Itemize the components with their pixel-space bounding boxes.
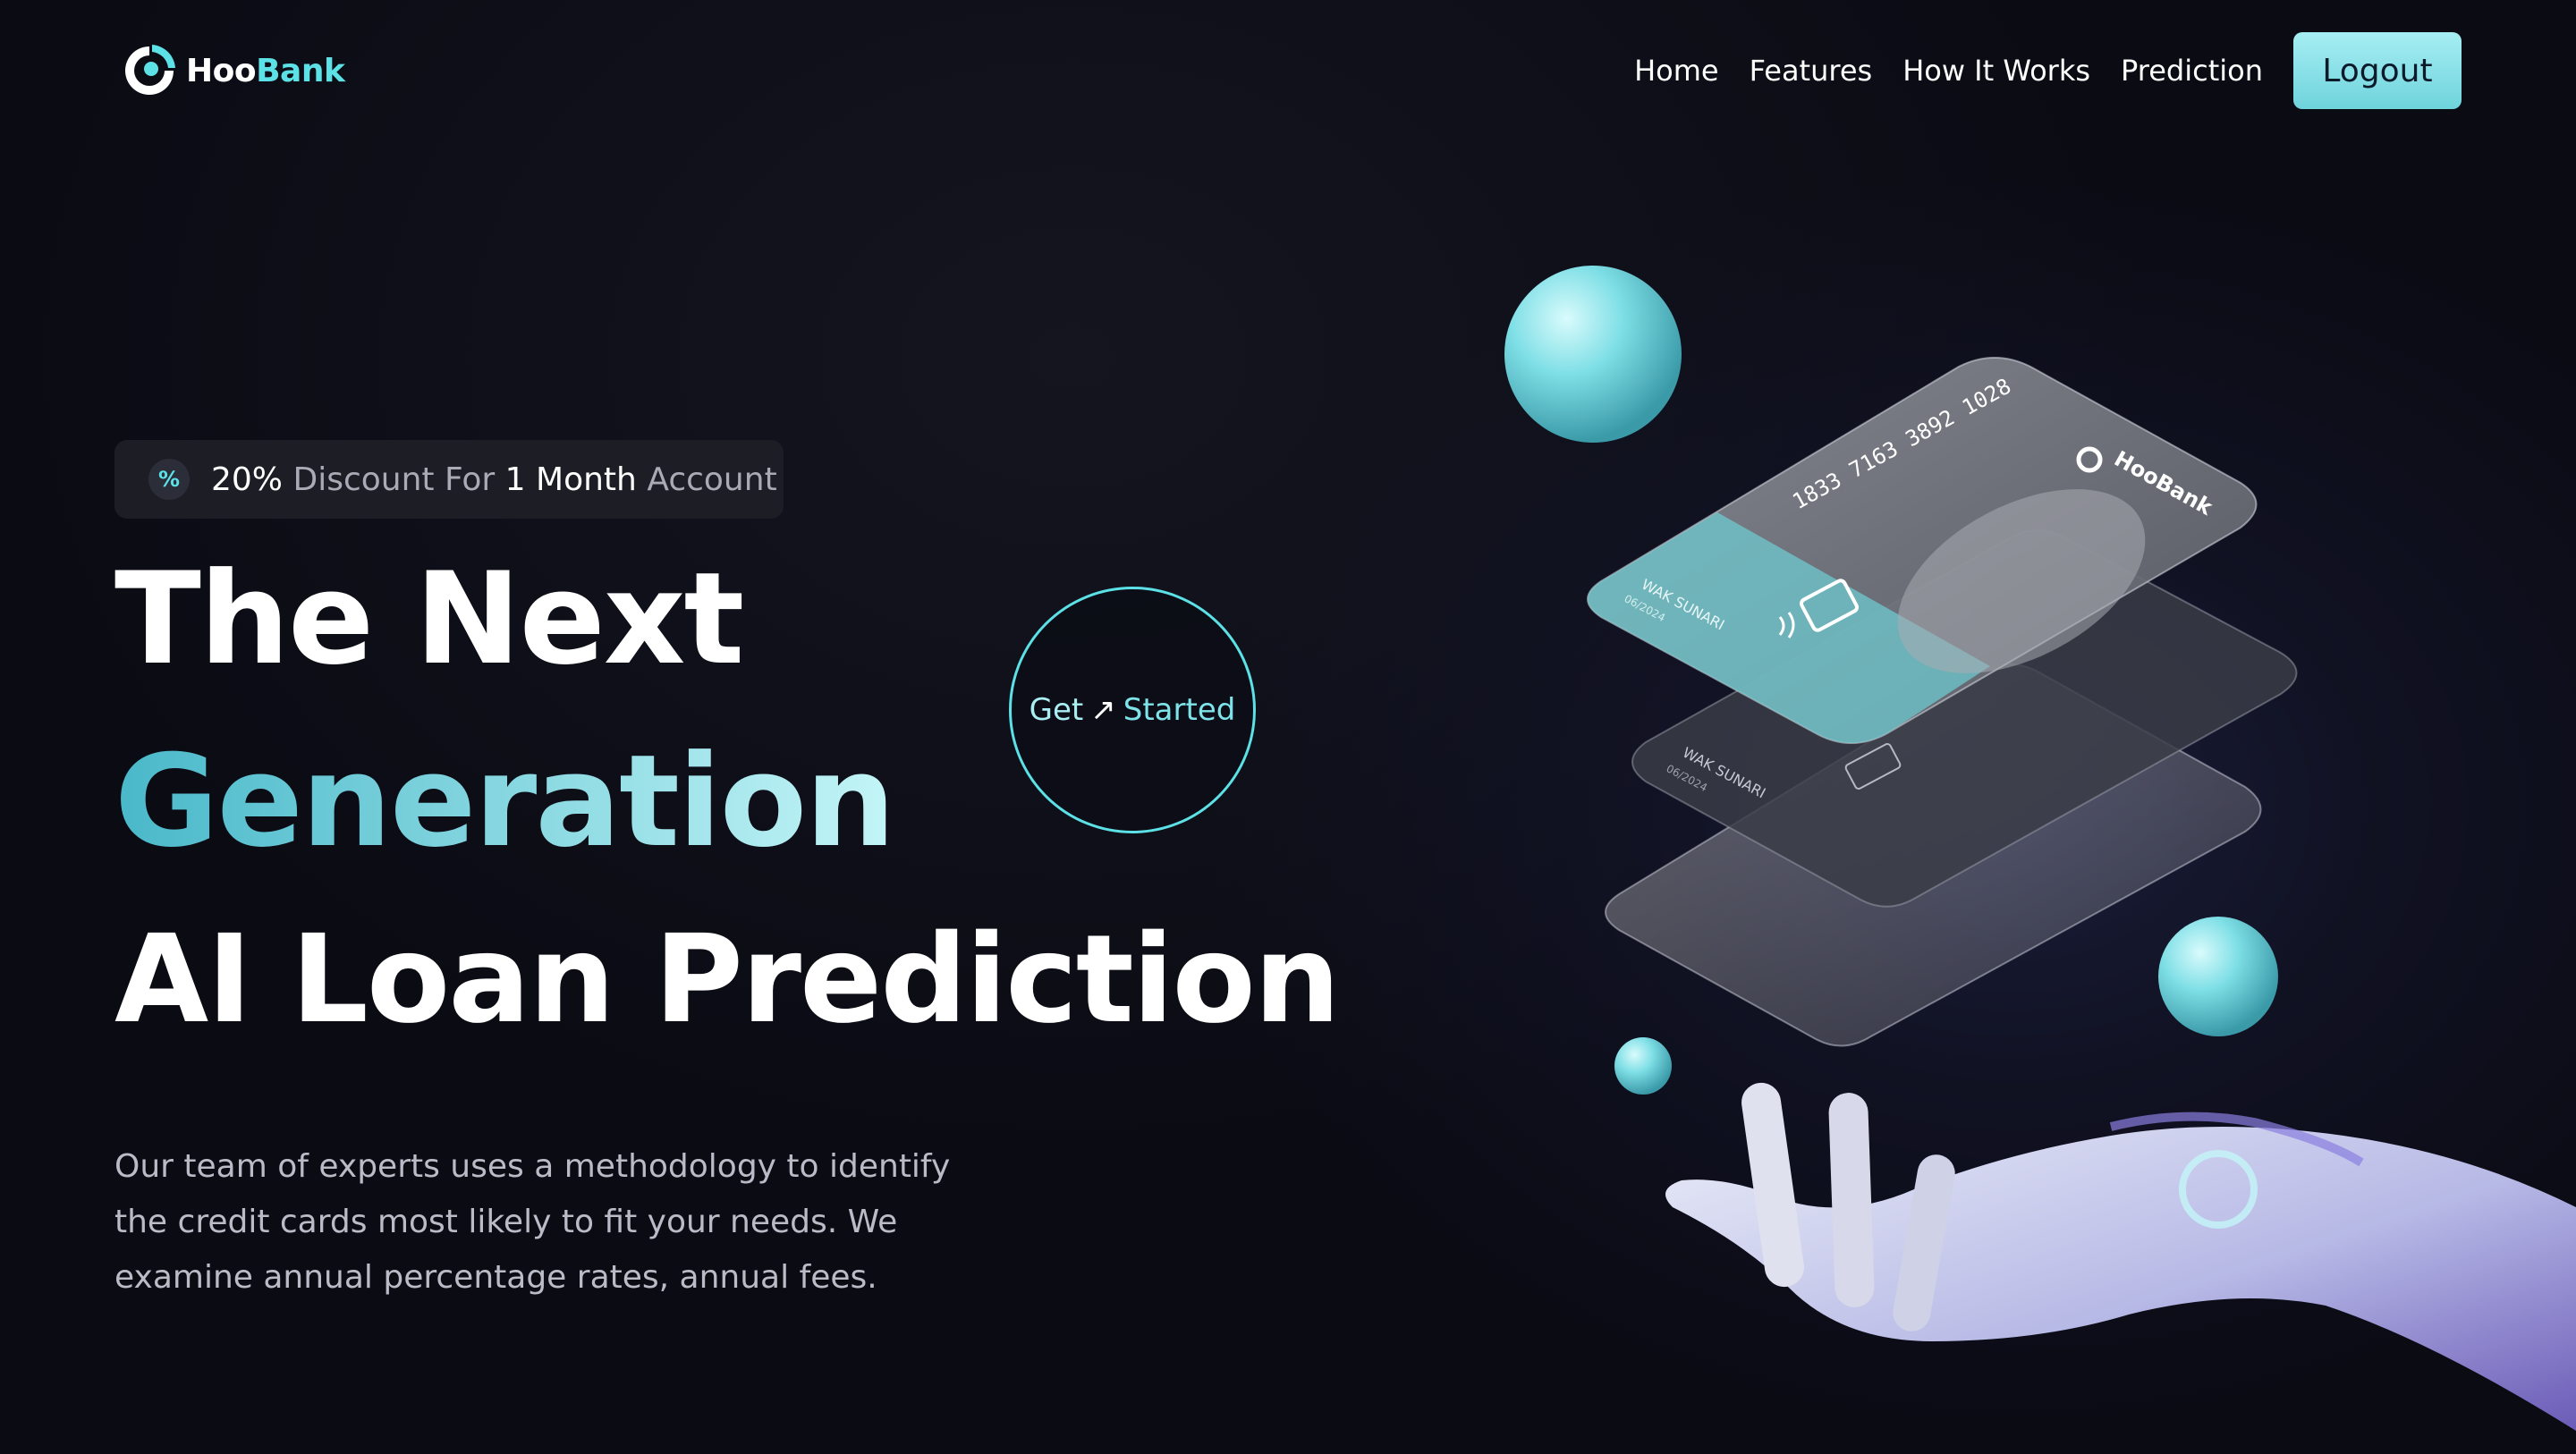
- hero-heading-line1: The Next: [114, 545, 744, 693]
- card-front-number: 1833 7163 3892 1028: [1788, 374, 2015, 515]
- card-front-expiry: 06/2024: [1623, 592, 1668, 624]
- main-nav: Home Features How It Works Prediction Lo…: [1604, 32, 2462, 109]
- sphere-small: [1614, 1037, 1672, 1095]
- get-started-button[interactable]: Get ↗ Started: [1009, 587, 1256, 833]
- card-back-chip-icon: [1844, 743, 1902, 790]
- card-back-holder: WAK SUNARI: [1680, 744, 1768, 802]
- nav-how-it-works[interactable]: How It Works: [1902, 54, 2090, 88]
- glass-card-bottom: [1605, 663, 2262, 1047]
- logo-text: HooBank: [186, 52, 345, 89]
- card-front-chip-icon: [1800, 579, 1859, 632]
- nav-features[interactable]: Features: [1750, 54, 1873, 88]
- hero-description: Our team of experts uses a methodology t…: [114, 1148, 951, 1296]
- hoobank-logo[interactable]: HooBank: [120, 41, 345, 100]
- card-front-brand: HooBank: [2110, 446, 2217, 520]
- get-started-label: Get ↗ Started: [1029, 692, 1236, 728]
- discount-badge: % 20% Discount For 1 Month Account: [114, 440, 784, 519]
- card-front-emblem-inner: [1971, 548, 2072, 623]
- card-front: [1587, 357, 2258, 744]
- sphere-large: [1504, 266, 1682, 443]
- hoobank-logo-icon: [125, 45, 175, 95]
- logout-button[interactable]: Logout: [2293, 32, 2462, 109]
- robot-hand: [1665, 1082, 2576, 1431]
- hero-heading-line2: Generation: [114, 728, 895, 875]
- card-front-holder: WAK SUNARI: [1639, 576, 1727, 634]
- sphere-medium: [2158, 917, 2278, 1036]
- card-front-logo-icon: [2076, 446, 2103, 473]
- nav-home[interactable]: Home: [1634, 54, 1719, 88]
- card-front-emblem: [1897, 489, 2146, 673]
- contactless-icon: [1778, 612, 1795, 638]
- percent-icon: %: [148, 459, 190, 500]
- discount-text: 20% Discount For 1 Month Account: [211, 461, 777, 498]
- nav-prediction[interactable]: Prediction: [2121, 54, 2263, 88]
- card-back-expiry: 06/2024: [1665, 762, 1710, 794]
- card-back: [1631, 528, 2298, 908]
- card-front-accent: [1588, 512, 1990, 743]
- hero-heading-line3: AI Loan Prediction: [114, 909, 1341, 1051]
- arrow-up-right-icon: ↗: [1090, 692, 1116, 728]
